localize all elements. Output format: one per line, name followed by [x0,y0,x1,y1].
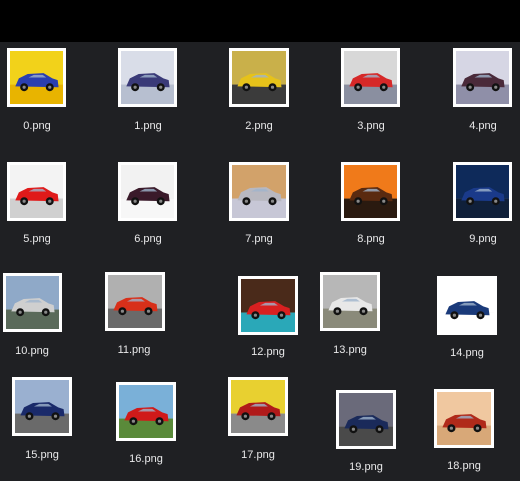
car-photo [108,275,162,328]
car-photo [121,165,174,218]
file-name-label: 11.png [117,344,151,356]
file-name-label: 8.png [357,233,385,245]
file-name-label: 19.png [349,461,383,473]
file-name-label: 9.png [469,233,497,245]
car-photo [10,51,63,104]
image-thumbnail[interactable] [238,276,298,335]
car-photo [232,165,286,218]
car-photo [6,276,59,329]
image-thumbnail[interactable] [229,48,289,107]
car-photo [15,380,69,433]
image-thumbnail[interactable] [437,276,497,335]
file-name-label: 14.png [450,347,484,359]
image-thumbnail[interactable] [453,48,512,107]
file-name-label: 13.png [333,344,367,356]
window-header-bar [0,0,520,42]
image-thumbnail[interactable] [12,377,72,436]
car-photo [456,165,509,218]
image-thumbnail[interactable] [341,48,400,107]
file-name-label: 1.png [134,120,162,132]
car-photo [456,51,509,104]
image-thumbnail[interactable] [7,162,66,221]
image-thumbnail[interactable] [118,48,177,107]
car-photo [344,165,397,218]
image-thumbnail[interactable] [116,382,176,441]
file-name-label: 16.png [129,453,163,465]
car-photo [121,51,174,104]
image-thumbnail[interactable] [320,272,380,331]
image-thumbnail[interactable] [341,162,400,221]
image-thumbnail[interactable] [434,389,494,448]
file-name-label: 4.png [469,120,497,132]
car-photo [437,392,491,445]
file-name-label: 6.png [134,233,162,245]
image-thumbnail[interactable] [105,272,165,331]
car-photo [344,51,397,104]
file-name-label: 3.png [357,120,385,132]
car-photo [231,380,285,433]
image-thumbnail[interactable] [118,162,177,221]
car-photo [339,393,393,446]
image-thumbnail[interactable] [229,162,289,221]
car-photo [232,51,286,104]
car-photo [241,279,295,332]
file-name-label: 7.png [245,233,273,245]
image-thumbnail[interactable] [453,162,512,221]
file-name-label: 12.png [251,346,285,358]
car-photo [323,275,377,328]
image-thumbnail[interactable] [3,273,62,332]
image-thumbnail[interactable] [336,390,396,449]
file-name-label: 5.png [23,233,51,245]
file-name-label: 18.png [447,460,481,472]
file-name-label: 2.png [245,120,273,132]
file-name-label: 17.png [241,449,275,461]
file-name-label: 15.png [25,449,59,461]
image-thumbnail[interactable] [7,48,66,107]
file-name-label: 10.png [15,345,49,357]
file-name-label: 0.png [23,120,51,132]
image-thumbnail[interactable] [228,377,288,436]
car-photo [440,279,494,332]
car-photo [10,165,63,218]
car-photo [119,385,173,438]
